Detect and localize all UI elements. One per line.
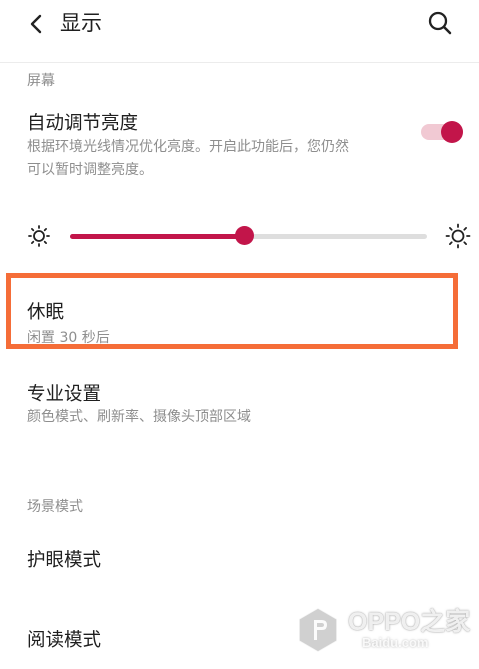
top-bar: 显示 (0, 0, 479, 50)
auto-brightness-title: 自动调节亮度 (27, 113, 139, 134)
search-button[interactable] (425, 8, 455, 38)
reading-mode-title: 阅读模式 (27, 630, 102, 651)
brightness-slider[interactable] (70, 226, 427, 246)
slider-thumb[interactable] (235, 226, 255, 245)
section-header-scene: 场景模式 (27, 499, 83, 515)
watermark-domain: Baidu.com (362, 635, 429, 650)
oppo-home-logo-icon (298, 607, 338, 653)
auto-brightness-description-line1: 根据环境光线情况优化亮度。开启此功能后，您仍然 (27, 139, 349, 155)
pro-settings-subtitle: 颜色模式、刷新率、摄像头顶部区域 (27, 409, 251, 425)
header-divider (0, 62, 479, 63)
page-title: 显示 (60, 11, 102, 35)
back-button[interactable] (22, 10, 50, 38)
sun-large-icon (445, 223, 471, 249)
auto-brightness-toggle[interactable] (421, 121, 463, 143)
slider-fill (70, 233, 245, 239)
chevron-left-icon (30, 14, 42, 34)
eye-comfort-title: 护眼模式 (27, 550, 102, 571)
auto-brightness-description-line2: 可以暂时调整亮度。 (27, 162, 153, 178)
watermark: OPPO之家 Baidu.com (296, 600, 476, 666)
watermark-brand: OPPO之家 (348, 608, 471, 636)
search-icon (428, 11, 452, 35)
section-header-screen: 屏幕 (27, 73, 55, 89)
highlight-box (6, 273, 458, 349)
pro-settings-title: 专业设置 (27, 384, 102, 405)
sun-small-icon (28, 225, 50, 247)
toggle-knob (441, 121, 463, 143)
